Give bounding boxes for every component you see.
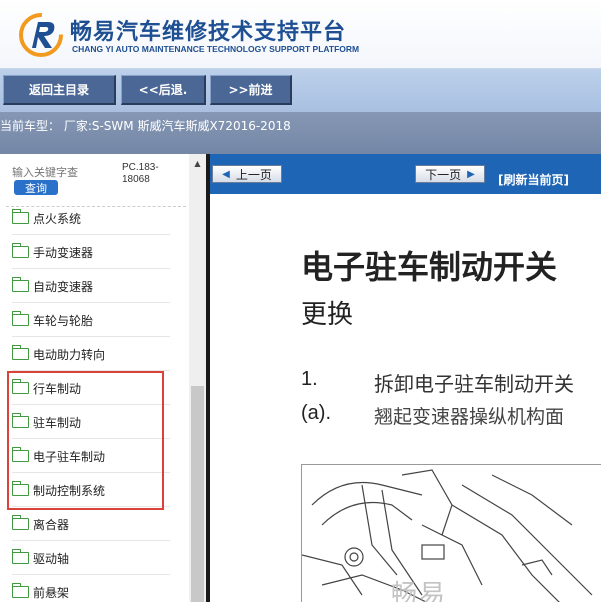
sidebar-item-automatic-transmission[interactable]: 自动变速器 <box>11 270 170 303</box>
step-number: 1. <box>301 368 318 390</box>
document-subtitle: 更换 <box>301 300 354 330</box>
sidebar-item-label: 手动变速器 <box>33 245 94 260</box>
sidebar-item-ignition[interactable]: 点火系统 <box>11 202 170 235</box>
search-button[interactable]: 查询 <box>14 180 58 195</box>
app-title: 畅易汽车维修技术支持平台 <box>70 20 347 45</box>
sidebar-item-power-steering[interactable]: 电动助力转向 <box>11 338 170 371</box>
sidebar-item-label: 离合器 <box>33 517 70 532</box>
next-page-label: 下一页 <box>425 167 462 182</box>
app-subtitle: CHANG YI AUTO MAINTENANCE TECHNOLOGY SUP… <box>72 44 360 54</box>
watermark: 畅易 <box>391 580 448 602</box>
search-area: 查询 PC.183-18068 <box>0 154 190 207</box>
document-title: 电子驻车制动开关 <box>301 248 558 286</box>
sidebar-item-label: 驱动轴 <box>33 551 70 566</box>
scroll-up-arrow-icon[interactable]: ▲ <box>189 156 206 170</box>
sidebar-item-front-suspension[interactable]: 前悬架 <box>11 576 170 602</box>
diagram-figure <box>301 464 601 602</box>
sidebar-item-label: 电动助力转向 <box>33 347 106 362</box>
folder-icon <box>11 345 29 360</box>
folder-icon <box>11 515 29 530</box>
changyi-logo-icon <box>19 13 63 57</box>
sidebar-scrollbar[interactable]: ▲ <box>189 154 206 602</box>
step-text: 拆卸电子驻车制动开关 <box>374 372 574 396</box>
step-text: 翘起变速器操纵机构面 <box>374 406 565 428</box>
prev-page-button[interactable]: ◀ 上一页 <box>212 165 282 183</box>
back-button[interactable]: <<后退. <box>121 75 206 105</box>
refresh-page-link[interactable]: [刷新当前页] <box>498 171 569 188</box>
line-drawing-icon <box>302 469 593 602</box>
vehicle-info-bar: 当前车型： 厂家:S-SWM 斯威汽车斯威X72016-2018 <box>0 112 601 154</box>
sidebar-item-label: 自动变速器 <box>33 279 94 294</box>
folder-icon <box>11 311 29 326</box>
arrow-left-icon: ◀ <box>222 168 230 180</box>
next-page-button[interactable]: 下一页 ▶ <box>415 165 485 183</box>
divider <box>206 154 210 602</box>
vehicle-info-text: 当前车型： 厂家:S-SWM 斯威汽车斯威X72016-2018 <box>0 119 291 133</box>
folder-icon <box>11 549 29 564</box>
app-header: 畅易汽车维修技术支持平台 CHANG YI AUTO MAINTENANCE T… <box>0 0 601 68</box>
home-button[interactable]: 返回主目录 <box>3 75 116 105</box>
sidebar-item-label: 前悬架 <box>33 585 70 600</box>
search-input[interactable] <box>12 164 92 180</box>
sidebar-item-label: 点火系统 <box>33 211 82 226</box>
page-nav-bar: ◀ 上一页 下一页 ▶ [刷新当前页] <box>210 154 601 194</box>
folder-icon <box>11 583 29 598</box>
arrow-right-icon: ▶ <box>467 168 475 180</box>
prev-page-label: 上一页 <box>235 167 272 182</box>
step-number: (a). <box>301 402 331 424</box>
folder-icon <box>11 277 29 292</box>
nav-bar: 返回主目录 <<后退. >>前进 <box>0 68 601 112</box>
sidebar-item-label: 车轮与轮胎 <box>33 313 94 328</box>
folder-icon <box>11 243 29 258</box>
document-code: PC.183-18068 <box>122 162 159 185</box>
highlight-annotation <box>7 371 164 510</box>
sidebar-item-manual-transmission[interactable]: 手动变速器 <box>11 236 170 269</box>
sidebar-item-wheels-tires[interactable]: 车轮与轮胎 <box>11 304 170 337</box>
document-viewer: ◀ 上一页 下一页 ▶ [刷新当前页] 电子驻车制动开关 更换 1. 拆卸电子驻… <box>206 154 601 602</box>
scroll-thumb[interactable] <box>191 386 204 602</box>
sidebar-item-clutch[interactable]: 离合器 <box>11 508 170 541</box>
forward-button[interactable]: >>前进 <box>210 75 292 105</box>
sidebar-item-drive-shaft[interactable]: 驱动轴 <box>11 542 170 575</box>
folder-icon <box>11 209 29 224</box>
